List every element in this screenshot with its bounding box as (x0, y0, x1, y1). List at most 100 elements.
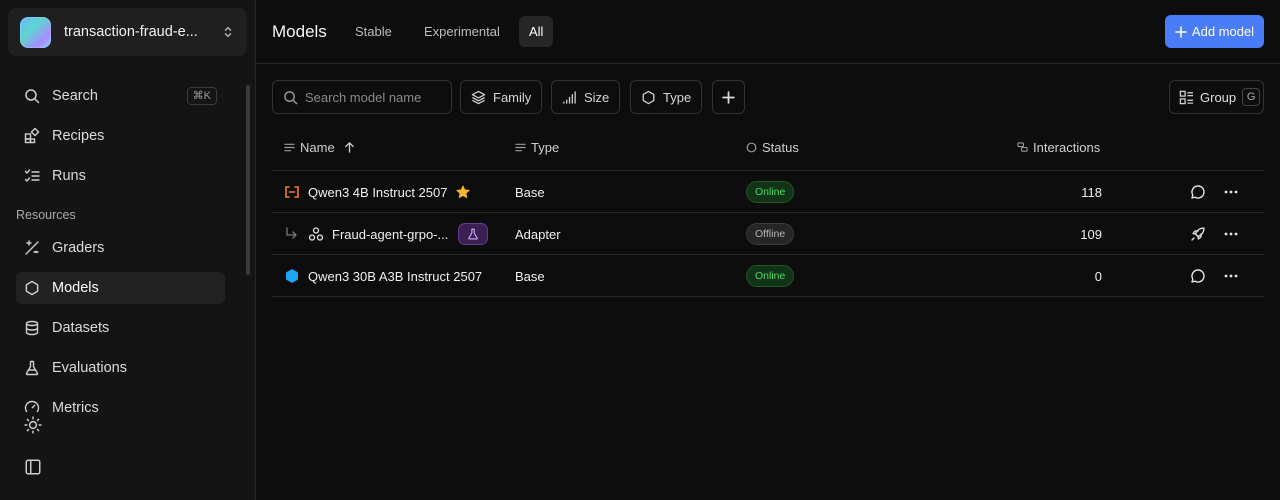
graders-icon (25, 240, 39, 255)
add-filter-button[interactable] (712, 80, 745, 114)
qwen-logo-icon (285, 186, 299, 198)
add-model-label: Add model (1191, 24, 1255, 39)
interactions-count: 0 (1094, 268, 1102, 284)
sidebar-item-label: Search (52, 88, 98, 104)
database-icon (25, 320, 39, 336)
interactions-count: 109 (1080, 226, 1102, 242)
model-name: Qwen3 30B A3B Instruct 2507 (308, 268, 483, 284)
sidebar-item-search[interactable]: Search ⌘K (16, 80, 225, 112)
sidebar-scrollbar[interactable] (246, 85, 250, 275)
hexagon-icon (642, 90, 655, 104)
sidebar-item-evaluations[interactable]: Evaluations (16, 352, 225, 384)
sort-ascending-icon[interactable] (343, 141, 356, 154)
shortcut-hint: ⌘K (186, 87, 217, 105)
column-header-name[interactable]: Name (284, 140, 356, 155)
project-switcher[interactable]: transaction-fraud-e... (8, 8, 247, 56)
column-header-interactions[interactable]: Interactions (1017, 140, 1100, 155)
column-header-type[interactable]: Type (515, 140, 559, 155)
column-header-label: Status (762, 140, 799, 155)
table-row[interactable]: Qwen3 4B Instruct 2507 Base Online 118 (272, 171, 1264, 213)
star-icon[interactable] (455, 184, 471, 200)
flask-icon (468, 228, 479, 240)
sidebar-scroll-clip: Metrics (0, 390, 246, 412)
model-name-cell: Fraud-agent-grpo-... (284, 213, 489, 255)
filter-label: Size (584, 89, 610, 105)
sidebar: transaction-fraud-e... Search ⌘K Recipes… (0, 0, 256, 500)
sidebar-item-label: Runs (52, 168, 86, 184)
hexagon-icon (25, 280, 39, 296)
project-name: transaction-fraud-e... (64, 24, 198, 40)
interactions-icon (1017, 142, 1028, 152)
column-header-label: Type (531, 140, 560, 155)
sidebar-item-label: Recipes (52, 128, 105, 144)
search-box[interactable] (272, 80, 452, 114)
model-type: Base (515, 184, 545, 200)
sidebar-item-label: Evaluations (52, 360, 127, 376)
sidebar-toggle-icon[interactable] (24, 458, 42, 476)
chat-icon[interactable] (1190, 184, 1206, 200)
model-name: Fraud-agent-grpo-... (332, 226, 449, 242)
more-options-icon[interactable] (1223, 268, 1239, 284)
plus-icon (1175, 25, 1187, 38)
models-table: Name Type Status Interactions Qwen3 4B I… (272, 129, 1264, 297)
plus-icon (722, 90, 735, 104)
search-input[interactable] (305, 89, 445, 105)
rocket-icon[interactable] (1190, 226, 1206, 242)
tab-all[interactable]: All (519, 16, 554, 47)
sun-icon[interactable] (24, 416, 42, 434)
header: Models Stable Experimental All Add model (256, 0, 1280, 64)
sidebar-item-models[interactable]: Models (16, 272, 225, 304)
tab-experimental[interactable]: Experimental (414, 16, 510, 47)
status-cell: Offline (746, 213, 795, 255)
group-button[interactable]: Group G (1169, 80, 1264, 114)
model-name: Qwen3 4B Instruct 2507 (308, 184, 448, 200)
table-row[interactable]: Qwen3 30B A3B Instruct 2507 Base Online … (272, 255, 1264, 297)
status-badge: Online (746, 265, 795, 287)
sidebar-item-metrics[interactable]: Metrics (16, 392, 225, 412)
family-filter-button[interactable]: Family (460, 80, 543, 114)
size-filter-button[interactable]: Size (551, 80, 621, 114)
page-title: Models (272, 22, 327, 41)
model-name-cell: Qwen3 30B A3B Instruct 2507 (284, 255, 482, 297)
sidebar-item-label: Datasets (52, 320, 110, 336)
column-header-label: Interactions (1033, 140, 1101, 155)
text-align-icon (284, 143, 295, 152)
sidebar-item-label: Models (52, 280, 99, 296)
interactions-count: 118 (1081, 184, 1102, 200)
sidebar-item-recipes[interactable]: Recipes (16, 120, 225, 152)
sidebar-item-graders[interactable]: Graders (16, 232, 225, 264)
more-options-icon[interactable] (1223, 226, 1239, 242)
shortcut-hint: G (1242, 88, 1261, 106)
sidebar-item-label: Graders (52, 240, 105, 256)
adapter-icon (308, 227, 324, 241)
model-type: Base (515, 268, 545, 284)
status-cell: Online (746, 255, 795, 297)
experimental-badge (458, 223, 489, 245)
signal-bars-icon (563, 90, 576, 104)
circle-icon (746, 142, 757, 153)
flask-icon (25, 360, 39, 376)
section-label-resources: Resources (16, 208, 76, 222)
table-header: Name Type Status Interactions (272, 129, 1264, 171)
type-filter-button[interactable]: Type (630, 80, 703, 114)
checklist-icon (24, 169, 40, 183)
filter-label: Family (493, 89, 532, 105)
text-align-icon (515, 143, 526, 152)
more-options-icon[interactable] (1223, 184, 1239, 200)
status-badge: Offline (746, 223, 795, 245)
chevron-up-down-icon (224, 26, 232, 38)
status-badge: Online (746, 181, 795, 203)
table-row[interactable]: Fraud-agent-grpo-... Adapter Offline 109 (272, 213, 1264, 255)
sidebar-item-runs[interactable]: Runs (16, 160, 225, 192)
project-logo (20, 16, 51, 48)
chat-icon[interactable] (1190, 268, 1206, 284)
column-header-status[interactable]: Status (746, 140, 799, 155)
add-model-button[interactable]: Add model (1165, 15, 1264, 48)
tab-stable[interactable]: Stable (345, 16, 402, 47)
search-icon (25, 89, 40, 104)
sidebar-item-datasets[interactable]: Datasets (16, 312, 225, 344)
recipes-icon (24, 128, 40, 144)
layers-icon (471, 90, 486, 104)
status-cell: Online (746, 171, 795, 213)
model-name-cell: Qwen3 4B Instruct 2507 (284, 171, 471, 213)
